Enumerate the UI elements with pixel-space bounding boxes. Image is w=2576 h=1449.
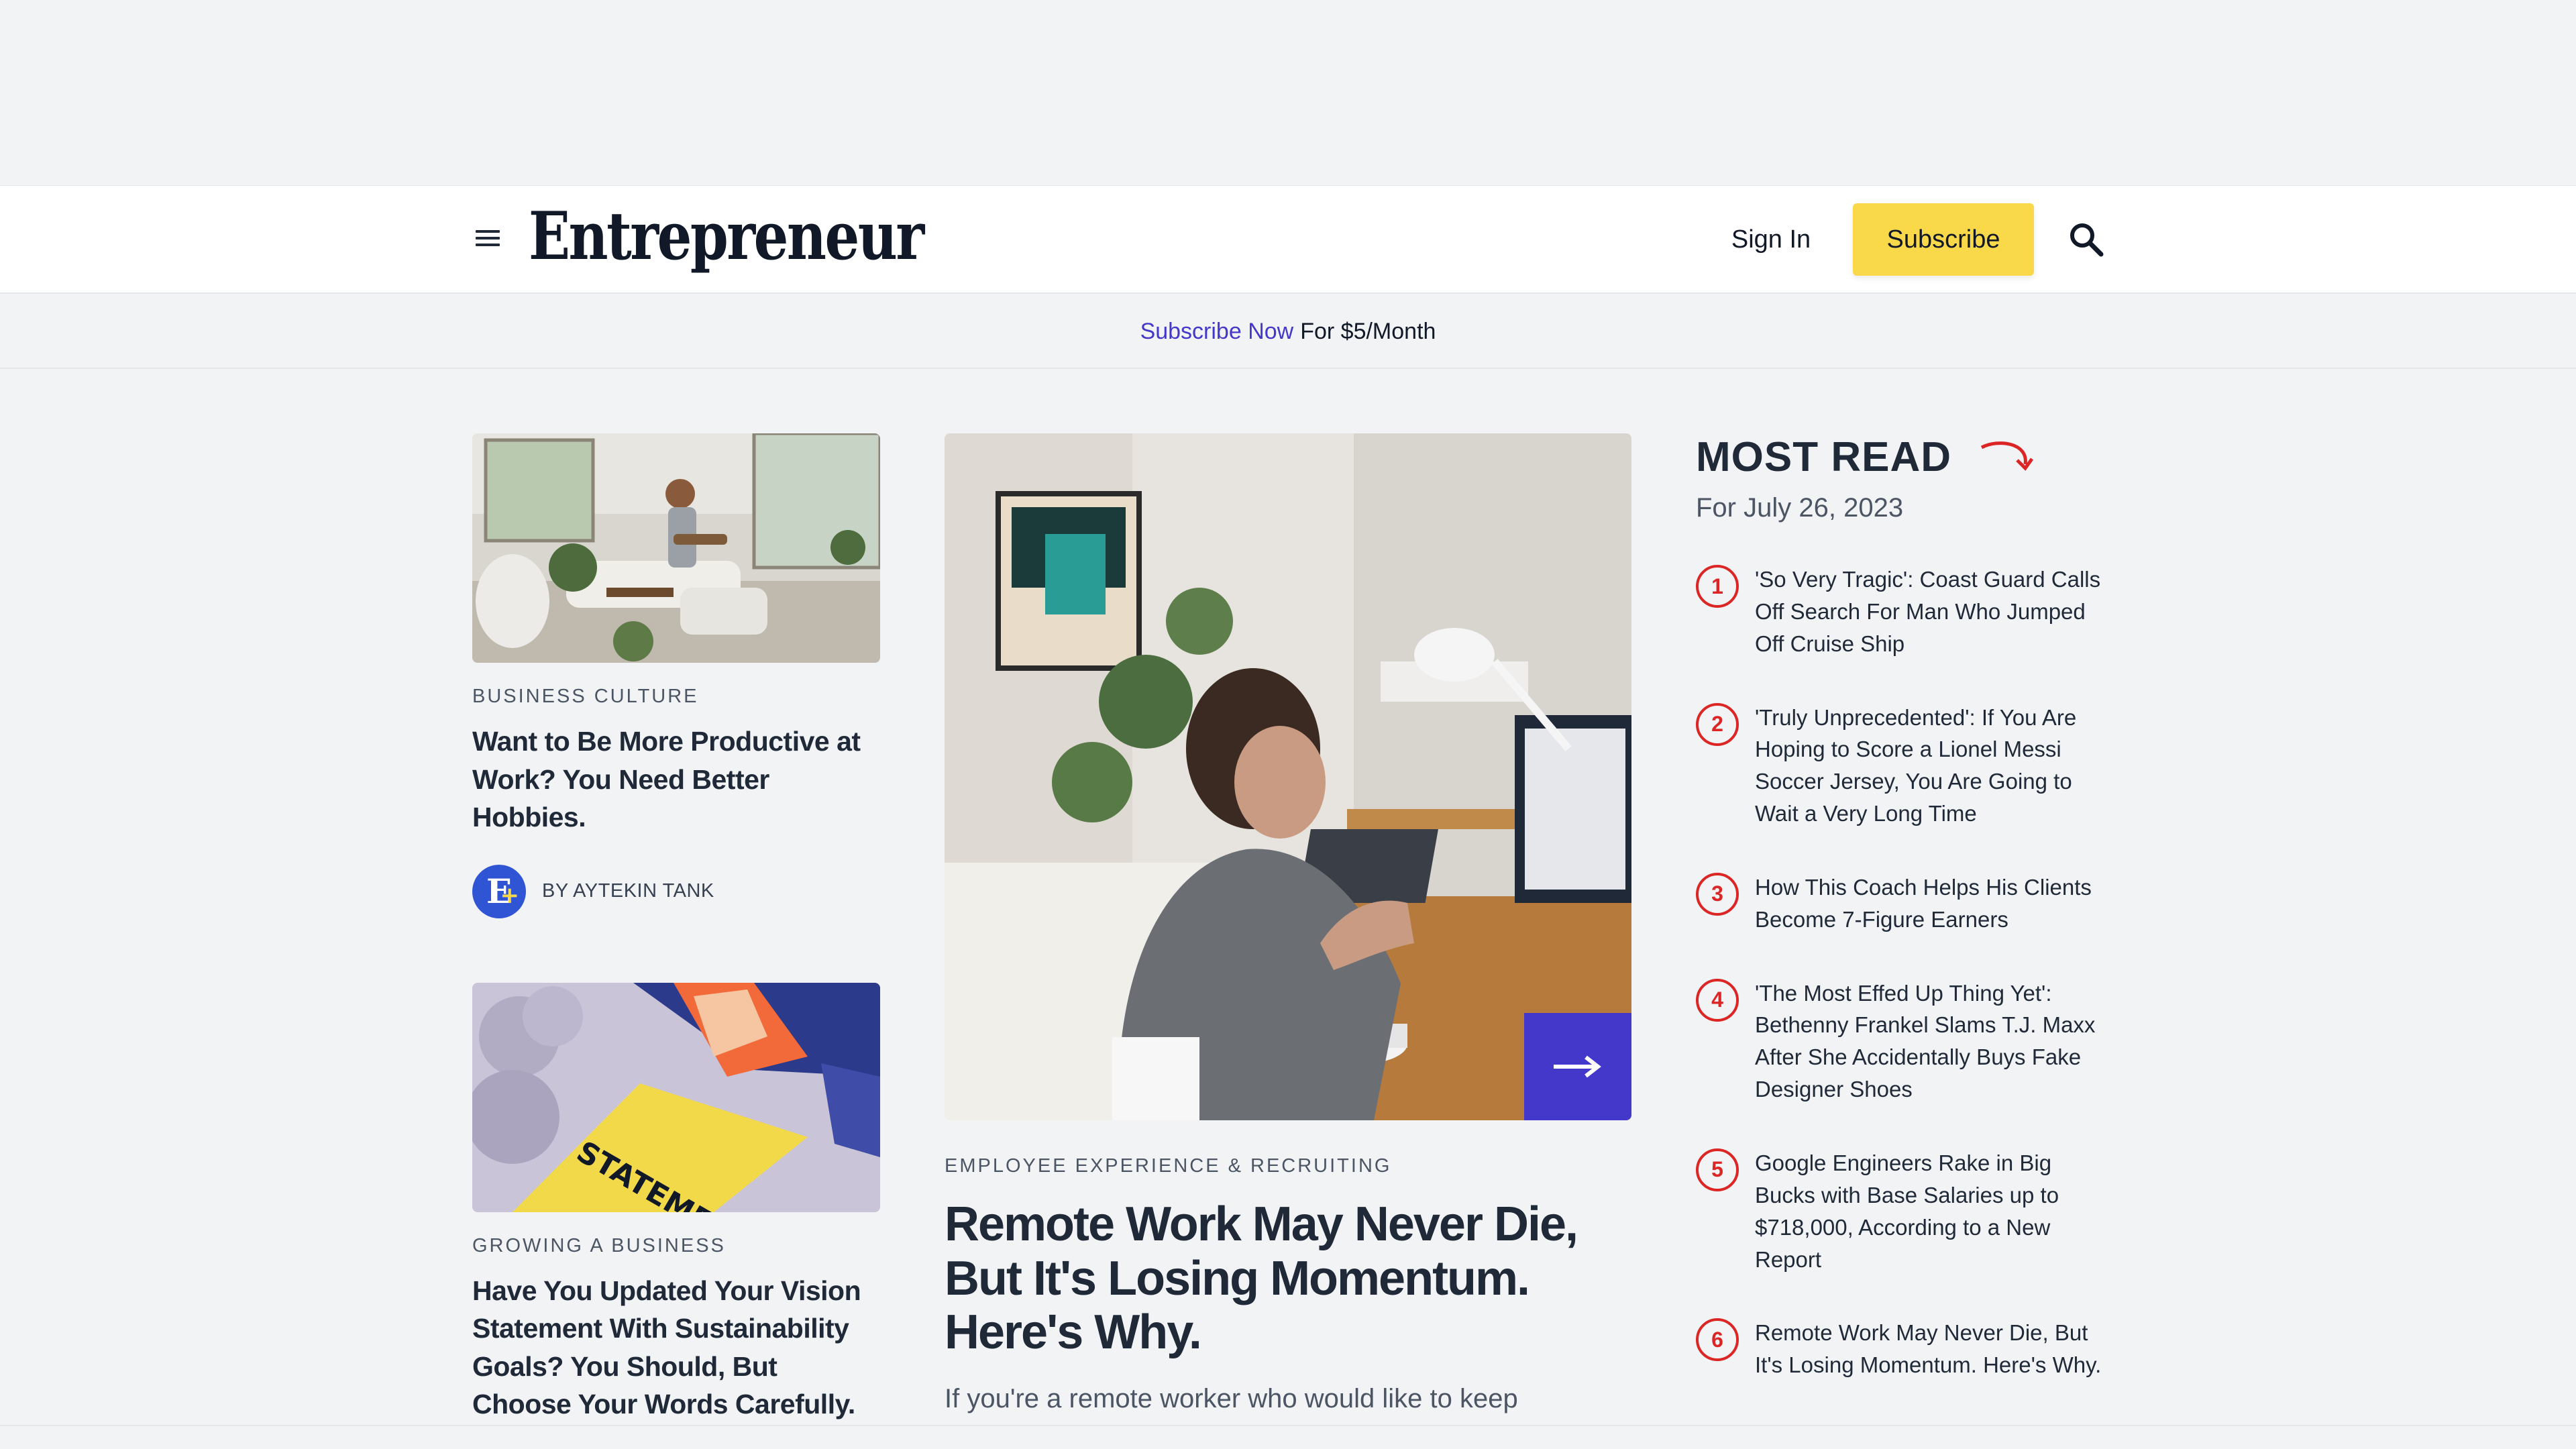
rank-badge: 3 — [1696, 872, 1739, 916]
most-read-sidebar: MOST READ For July 26, 2023 1 'So Very T… — [1696, 433, 2112, 1423]
entrepreneur-plus-avatar: E + — [472, 864, 526, 918]
sign-in-link[interactable]: Sign In — [1717, 219, 1825, 260]
most-read-item[interactable]: 1 'So Very Tragic': Coast Guard Calls Of… — [1696, 564, 2112, 660]
menu-icon[interactable] — [471, 226, 504, 253]
most-read-headline[interactable]: 'The Most Effed Up Thing Yet': Bethenny … — [1755, 977, 2112, 1106]
article-title[interactable]: Want to Be More Productive at Work? You … — [472, 722, 880, 837]
article-thumbnail-illustration[interactable]: STATEMENT — [472, 982, 880, 1212]
promo-bar: Subscribe Now For $5/Month — [0, 295, 2576, 369]
rank-badge: 1 — [1696, 565, 1739, 608]
left-column: BUSINESS CULTURE Want to Be More Product… — [472, 433, 880, 1449]
article-title[interactable]: Have You Updated Your Vision Statement W… — [472, 1272, 880, 1424]
curved-arrow-icon — [1980, 441, 2034, 471]
article-thumbnail-living-room[interactable] — [472, 433, 880, 663]
search-icon[interactable] — [2066, 219, 2108, 261]
most-read-item[interactable]: 5 Google Engineers Rake in Big Bucks wit… — [1696, 1147, 2112, 1275]
rank-badge: 2 — [1696, 702, 1739, 746]
article-card: STATEMENT GROWING A BUSINESS Have You Up… — [472, 982, 880, 1449]
most-read-headline[interactable]: 'Truly Unprecedented': If You Are Hoping… — [1755, 702, 2112, 830]
featured-description: If you're a remote worker who would like… — [945, 1383, 1518, 1413]
arrow-right-icon — [1554, 1055, 1601, 1078]
most-read-header: MOST READ — [1696, 433, 2112, 481]
most-read-item[interactable]: 4 'The Most Effed Up Thing Yet': Bethenn… — [1696, 977, 2112, 1106]
subscribe-now-link[interactable]: Subscribe Now — [1140, 319, 1294, 345]
most-read-item[interactable]: 6 Remote Work May Never Die, But It's Lo… — [1696, 1317, 2112, 1381]
most-read-list: 1 'So Very Tragic': Coast Guard Calls Of… — [1696, 564, 2112, 1381]
most-read-headline[interactable]: Google Engineers Rake in Big Bucks with … — [1755, 1147, 2112, 1275]
promo-price-text: For $5/Month — [1300, 318, 1436, 344]
article-category[interactable]: GROWING A BUSINESS — [472, 1235, 880, 1257]
article-card: BUSINESS CULTURE Want to Be More Product… — [472, 433, 880, 918]
featured-category[interactable]: EMPLOYEE EXPERIENCE & RECRUITING — [945, 1155, 1631, 1177]
most-read-headline[interactable]: How This Coach Helps His Clients Become … — [1755, 871, 2112, 936]
site-logo[interactable]: Entrepreneur — [529, 201, 924, 273]
article-category[interactable]: BUSINESS CULTURE — [472, 686, 880, 708]
most-read-headline[interactable]: 'So Very Tragic': Coast Guard Calls Off … — [1755, 564, 2112, 660]
featured-article-image[interactable] — [945, 433, 1631, 1120]
rank-badge: 4 — [1696, 978, 1739, 1022]
most-read-headline[interactable]: Remote Work May Never Die, But It's Losi… — [1755, 1317, 2112, 1381]
read-article-arrow-button[interactable] — [1524, 1013, 1631, 1120]
ad-space — [0, 0, 2576, 185]
most-read-date: For July 26, 2023 — [1696, 493, 1904, 523]
most-read-item[interactable]: 2 'Truly Unprecedented': If You Are Hopi… — [1696, 702, 2112, 830]
rank-badge: 5 — [1696, 1148, 1739, 1191]
featured-title[interactable]: Remote Work May Never Die, But It's Losi… — [945, 1197, 1631, 1360]
site-header: Entrepreneur Sign In Subscribe — [0, 185, 2576, 294]
page-bottom-edge — [0, 1425, 2576, 1449]
article-byline: E + BY AYTEKIN TANK — [472, 864, 880, 918]
most-read-item[interactable]: 3 How This Coach Helps His Clients Becom… — [1696, 871, 2112, 936]
most-read-title: MOST READ — [1696, 434, 1951, 480]
featured-article: EMPLOYEE EXPERIENCE & RECRUITING Remote … — [945, 433, 1631, 1417]
subscribe-button[interactable]: Subscribe — [1853, 203, 2034, 276]
rank-badge: 6 — [1696, 1318, 1739, 1362]
author-name[interactable]: BY AYTEKIN TANK — [542, 880, 714, 902]
